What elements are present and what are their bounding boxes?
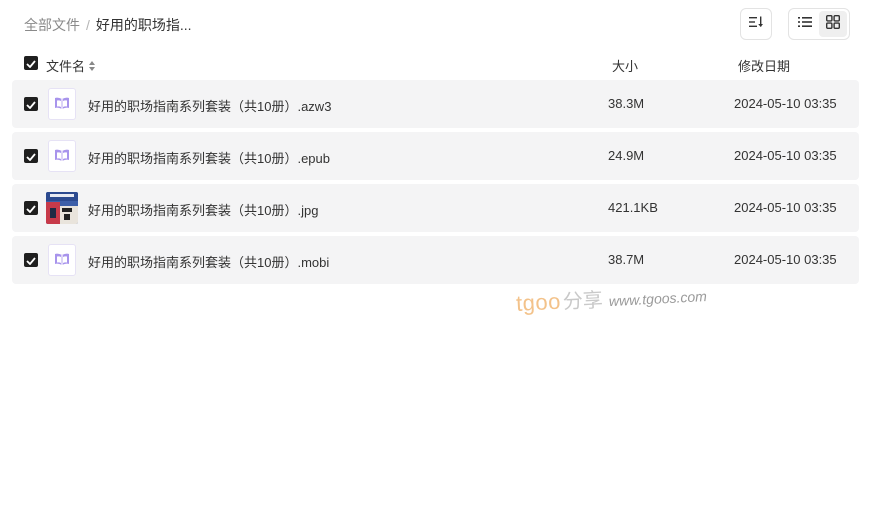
ebook-icon bbox=[54, 96, 70, 113]
file-list-header: 文件名 大小 修改日期 bbox=[12, 50, 859, 78]
file-row[interactable]: 好用的职场指南系列套装（共10册）.mobi 38.7M 2024-05-10 … bbox=[12, 236, 859, 284]
file-date: 2024-05-10 03:35 bbox=[734, 200, 837, 215]
file-date: 2024-05-10 03:35 bbox=[734, 148, 837, 163]
check-icon bbox=[26, 201, 36, 216]
watermark-share: 分享 bbox=[562, 289, 604, 314]
top-bar: 全部文件 / 好用的职场指... bbox=[0, 0, 874, 48]
breadcrumb: 全部文件 / 好用的职场指... bbox=[24, 15, 192, 35]
ebook-icon bbox=[54, 252, 70, 269]
check-icon bbox=[26, 253, 36, 268]
breadcrumb-separator: / bbox=[86, 17, 90, 33]
check-icon bbox=[26, 56, 36, 71]
file-row[interactable]: 好用的职场指南系列套装（共10册）.epub 24.9M 2024-05-10 … bbox=[12, 132, 859, 180]
ebook-icon bbox=[54, 148, 70, 165]
list-view-button[interactable] bbox=[791, 11, 819, 37]
row-checkbox[interactable] bbox=[24, 253, 38, 267]
file-thumbnail bbox=[46, 140, 78, 172]
breadcrumb-root-link[interactable]: 全部文件 bbox=[24, 15, 80, 35]
file-date: 2024-05-10 03:35 bbox=[734, 96, 837, 111]
sort-button[interactable] bbox=[740, 8, 772, 40]
column-header-size[interactable]: 大小 bbox=[612, 56, 638, 75]
file-thumbnail bbox=[46, 88, 78, 120]
file-date: 2024-05-10 03:35 bbox=[734, 252, 837, 267]
watermark-brand: tgoo bbox=[515, 288, 562, 316]
file-size: 38.3M bbox=[608, 96, 645, 111]
grid-view-button[interactable] bbox=[819, 11, 847, 37]
column-header-name[interactable]: 文件名 bbox=[46, 56, 96, 75]
grid-view-icon bbox=[825, 14, 841, 34]
row-checkbox[interactable] bbox=[24, 149, 38, 163]
sort-caret-icon bbox=[89, 60, 96, 71]
file-name[interactable]: 好用的职场指南系列套装（共10册）.mobi bbox=[88, 252, 329, 271]
view-toggle bbox=[788, 8, 850, 40]
file-name[interactable]: 好用的职场指南系列套装（共10册）.azw3 bbox=[88, 96, 331, 115]
file-size: 24.9M bbox=[608, 148, 645, 163]
watermark-url: www.tgoos.com bbox=[608, 288, 708, 310]
file-name[interactable]: 好用的职场指南系列套装（共10册）.jpg bbox=[88, 200, 318, 219]
file-row[interactable]: 好用的职场指南系列套装（共10册）.azw3 38.3M 2024-05-10 … bbox=[12, 80, 859, 128]
file-name[interactable]: 好用的职场指南系列套装（共10册）.epub bbox=[88, 148, 330, 167]
row-checkbox[interactable] bbox=[24, 97, 38, 111]
image-thumbnail bbox=[46, 192, 78, 224]
column-header-date[interactable]: 修改日期 bbox=[738, 56, 790, 75]
sort-icon bbox=[749, 15, 763, 33]
breadcrumb-current: 好用的职场指... bbox=[95, 17, 192, 33]
column-header-name-label: 文件名 bbox=[46, 59, 86, 74]
check-icon bbox=[26, 149, 36, 164]
file-size: 421.1KB bbox=[608, 200, 658, 215]
row-checkbox[interactable] bbox=[24, 201, 38, 215]
file-size: 38.7M bbox=[608, 252, 645, 267]
file-thumbnail bbox=[46, 244, 78, 276]
file-thumbnail bbox=[46, 192, 78, 224]
file-row[interactable]: 好用的职场指南系列套装（共10册）.jpg 421.1KB 2024-05-10… bbox=[12, 184, 859, 232]
list-view-icon bbox=[798, 15, 812, 33]
file-list: 好用的职场指南系列套装（共10册）.azw3 38.3M 2024-05-10 … bbox=[12, 80, 859, 288]
check-icon bbox=[26, 97, 36, 112]
select-all-checkbox[interactable] bbox=[24, 56, 38, 70]
